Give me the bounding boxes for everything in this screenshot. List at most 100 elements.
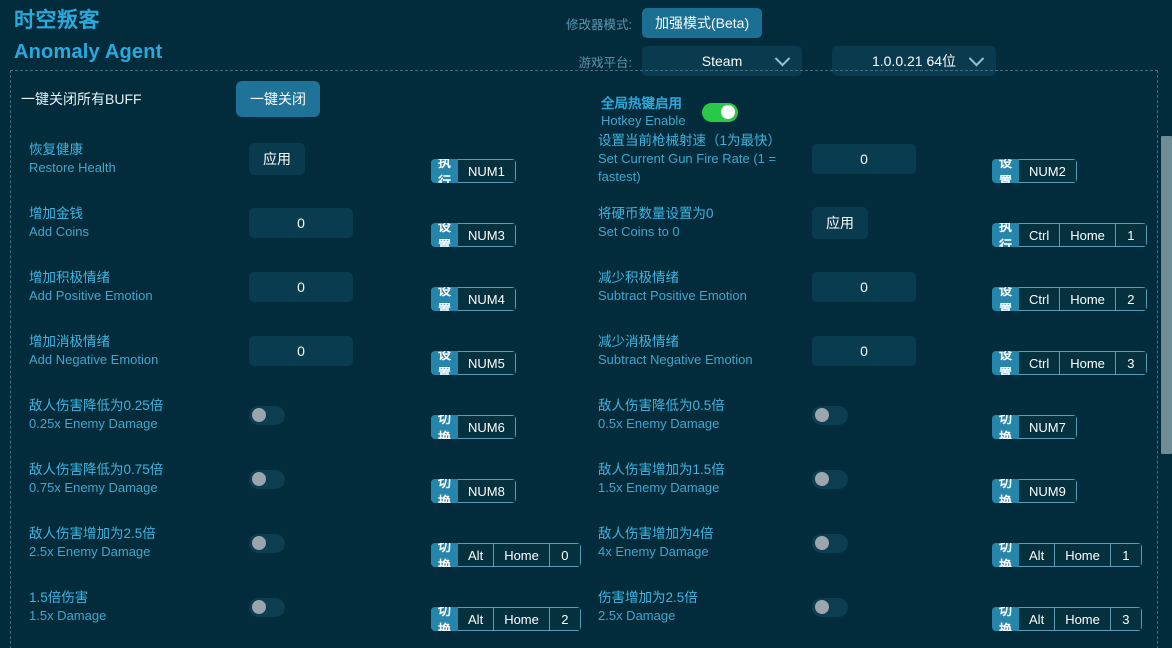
cheat-name-en: 0.25x Enemy Damage [29, 415, 221, 433]
hotkey-chip[interactable]: 切换NUM8 [431, 479, 516, 503]
cheats-panel: 一键关闭所有BUFF 一键关闭 全局热键启用 Hotkey Enable 恢复健… [10, 70, 1158, 648]
hotkey-keys: NUM4 [458, 287, 516, 311]
cheat-value-input[interactable] [249, 336, 353, 366]
hotkey-keys: AltHome2 [458, 607, 581, 631]
cheat-name-en: Add Positive Emotion [29, 287, 221, 305]
cheat-row: 1.5倍伤害1.5x Damage切换AltHome2 [11, 575, 584, 639]
hotkey-key: Home [494, 608, 550, 630]
hotkey-key: Home [1055, 544, 1111, 566]
cheat-toggle[interactable] [812, 598, 848, 617]
cheat-toggle[interactable] [249, 534, 285, 553]
hotkey-chip[interactable]: 执行CtrlHome1 [992, 223, 1147, 247]
hotkey-action-label: 设置 [431, 351, 458, 375]
hotkey-keys: CtrlHome1 [1019, 223, 1147, 247]
cheat-row-labels: 增加积极情绪Add Positive Emotion [29, 269, 221, 305]
hotkey-key: 2 [550, 608, 580, 630]
cheat-row: 恢复健康Restore Health 应用执行NUM1 [11, 127, 584, 191]
cheat-toggle[interactable] [812, 534, 848, 553]
hotkey-keys: NUM6 [458, 415, 516, 439]
cheat-control: 应用 [221, 143, 401, 175]
cheat-toggle[interactable] [812, 406, 848, 425]
hotkey-action-label: 设置 [431, 287, 458, 311]
hotkey-key: 3 [1111, 608, 1141, 630]
hotkey-chip[interactable]: 执行NUM1 [431, 159, 516, 183]
hotkey-key: Ctrl [1019, 288, 1060, 310]
hotkey-chip[interactable]: 切换NUM6 [431, 415, 516, 439]
hotkey-enable-label-cn: 全局热键启用 [601, 95, 686, 112]
hotkey-keys: NUM5 [458, 351, 516, 375]
hotkey-chip[interactable]: 设置CtrlHome2 [992, 287, 1147, 311]
hotkey-key: Alt [1019, 608, 1055, 630]
cheat-value-input[interactable] [812, 336, 916, 366]
cheat-name-cn: 增加金钱 [29, 205, 221, 223]
hotkey-key: Home [1055, 608, 1111, 630]
cheat-toggle[interactable] [249, 470, 285, 489]
cheat-name-en: 1.5x Damage [29, 607, 221, 625]
hotkey-chip[interactable]: 设置NUM3 [431, 223, 516, 247]
cheat-value-input[interactable] [249, 272, 353, 302]
hotkey-action-label: 切换 [431, 415, 458, 439]
cheat-value-input[interactable] [812, 272, 916, 302]
cheat-row: 敌人伤害降低为0.75倍0.75x Enemy Damage 切换NUM8 [11, 447, 584, 511]
hotkey-chip[interactable]: 切换AltHome1 [992, 543, 1142, 567]
hotkey-chip[interactable]: 切换AltHome3 [992, 607, 1142, 631]
hotkey-chip[interactable]: 切换NUM9 [992, 479, 1077, 503]
cheat-name-en: 4x Enemy Damage [598, 543, 790, 561]
hotkey-action-label: 切换 [992, 607, 1019, 631]
hotkey-keys: AltHome1 [1019, 543, 1142, 567]
cheat-toggle[interactable] [249, 598, 285, 617]
cheat-name-cn: 敌人伤害降低为0.75倍 [29, 461, 221, 479]
hotkey-key: Alt [1019, 544, 1055, 566]
scrollbar-thumb[interactable] [1161, 136, 1172, 454]
hotkey-action-label: 设置 [992, 159, 1019, 183]
hotkey-chip[interactable]: 设置CtrlHome3 [992, 351, 1147, 375]
cheat-row-labels: 敌人伤害降低为0.5倍0.5x Enemy Damage [598, 397, 790, 433]
platform-select-value: Steam [702, 53, 742, 69]
cheat-apply-button[interactable]: 应用 [812, 207, 868, 239]
cheat-value-input[interactable] [249, 208, 353, 238]
cheat-control [790, 144, 970, 174]
hotkey-chip[interactable]: 设置NUM4 [431, 287, 516, 311]
hotkey-chip[interactable]: 切换AltHome2 [431, 607, 581, 631]
cheat-toggle[interactable] [249, 406, 285, 425]
cheat-control [790, 272, 970, 302]
toggle-knob [721, 105, 735, 119]
toggle-knob [815, 472, 829, 486]
close-all-buffs-button[interactable]: 一键关闭 [236, 81, 320, 117]
cheat-row-labels: 将硬币数量设置为0Set Coins to 0 [598, 205, 790, 241]
hotkey-chip[interactable]: 切换AltHome0 [431, 543, 581, 567]
close-all-buffs-row: 一键关闭所有BUFF 一键关闭 [11, 71, 1157, 127]
cheat-toggle[interactable] [812, 470, 848, 489]
cheat-row: 增加金钱Add Coins设置NUM3 [11, 191, 584, 255]
hotkey-keys: AltHome3 [1019, 607, 1142, 631]
cheat-name-en: Set Coins to 0 [598, 223, 790, 241]
cheat-row: 增加积极情绪Add Positive Emotion 设置NUM4 [11, 255, 584, 319]
toggle-knob [252, 472, 266, 486]
cheat-value-input[interactable] [812, 144, 916, 174]
trainer-mode-button[interactable]: 加强模式(Beta) [642, 8, 762, 38]
hotkey-key: NUM5 [458, 352, 515, 374]
cheat-name-en: 0.75x Enemy Damage [29, 479, 221, 497]
cheat-name-cn: 敌人伤害增加为1.5倍 [598, 461, 790, 479]
hotkey-chip[interactable]: 设置NUM2 [992, 159, 1077, 183]
hotkey-enable-toggle[interactable] [702, 103, 738, 122]
cheat-name-cn: 伤害增加为2.5倍 [598, 589, 790, 607]
hotkey-chip[interactable]: 设置NUM5 [431, 351, 516, 375]
hotkey-action-label: 切换 [431, 607, 458, 631]
cheat-control [221, 470, 401, 489]
hotkey-key: Ctrl [1019, 224, 1060, 246]
hotkey-chip[interactable]: 切换NUM7 [992, 415, 1077, 439]
hotkey-action-label: 切换 [992, 415, 1019, 439]
cheat-apply-button[interactable]: 应用 [249, 143, 305, 175]
hotkey-keys: CtrlHome2 [1019, 287, 1147, 311]
cheat-name-cn: 敌人伤害增加为2.5倍 [29, 525, 221, 543]
toggle-knob [815, 600, 829, 614]
hotkey-key: 1 [1116, 224, 1146, 246]
cheat-name-en: 1.5x Enemy Damage [598, 479, 790, 497]
cheat-row-labels: 敌人伤害增加为2.5倍2.5x Enemy Damage [29, 525, 221, 561]
cheat-row-labels: 恢复健康Restore Health [29, 141, 221, 177]
hotkey-key: NUM4 [458, 288, 515, 310]
cheat-name-cn: 将硬币数量设置为0 [598, 205, 790, 223]
cheat-row: 敌人伤害增加为2.5倍2.5x Enemy Damage 切换AltHome0 [11, 511, 584, 575]
vertical-scrollbar[interactable] [1161, 70, 1172, 648]
